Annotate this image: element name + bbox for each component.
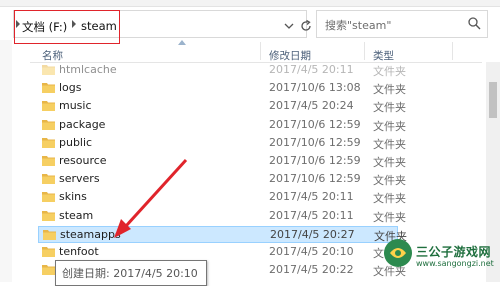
item-date: 2017/10/6 12:59 <box>269 135 361 149</box>
list-item[interactable]: logs 2017/10/6 13:08 文件夹 <box>30 80 482 97</box>
list-item[interactable]: package 2017/10/6 12:59 文件夹 <box>30 117 482 134</box>
item-name: htmlcache <box>59 63 117 76</box>
folder-icon <box>42 265 55 276</box>
item-type: 文件夹 <box>373 192 406 206</box>
item-name: music <box>59 99 92 113</box>
item-name: logs <box>59 81 82 95</box>
tooltip-created: 创建日期: 2017/4/5 20:10 <box>62 267 198 280</box>
folder-icon <box>42 192 55 203</box>
item-name: resource <box>59 154 107 167</box>
folder-icon <box>42 83 55 94</box>
folder-icon <box>42 210 55 221</box>
scrollbar-thumb[interactable] <box>489 82 497 118</box>
item-type: 文件夹 <box>373 101 406 115</box>
item-name: package <box>59 117 106 131</box>
item-date: 2017/10/6 12:59 <box>269 117 361 131</box>
watermark-url: www.sangongzi.net <box>416 259 494 268</box>
folder-icon <box>43 229 56 240</box>
folder-icon <box>42 101 55 112</box>
address-highlight <box>14 10 120 44</box>
ribbon-strip <box>0 0 500 7</box>
tooltip: 创建日期: 2017/4/5 20:10 <box>55 260 207 286</box>
item-type: 文件夹 <box>373 174 406 188</box>
item-type: 文件夹 <box>373 156 406 169</box>
navigation-pane[interactable] <box>0 40 12 282</box>
search-icon[interactable] <box>467 16 481 30</box>
column-header: 名称 修改日期 类型 <box>30 40 482 63</box>
watermark: 三公子游戏网 www.sangongzi.net <box>380 229 498 279</box>
list-item[interactable]: htmlcache 2017/4/5 20:11 文件夹 <box>30 62 482 79</box>
list-item[interactable]: steam 2017/4/5 20:11 文件夹 <box>30 208 482 225</box>
folder-icon <box>42 174 55 185</box>
refresh-icon[interactable] <box>298 18 314 34</box>
sort-up-icon <box>178 40 186 45</box>
watermark-title: 三公子游戏网 <box>416 245 492 259</box>
chevron-down-icon[interactable] <box>282 19 296 33</box>
item-date: 2017/10/6 12:59 <box>269 172 361 186</box>
item-type: 文件夹 <box>373 83 406 97</box>
item-date: 2017/4/5 20:11 <box>269 190 354 204</box>
folder-icon <box>42 119 55 130</box>
item-date: 2017/4/5 20:22 <box>269 263 354 277</box>
item-type: 文件夹 <box>373 210 406 224</box>
search-placeholder: 搜索"steam" <box>325 19 392 32</box>
column-type[interactable]: 类型 <box>373 48 394 63</box>
item-name: servers <box>59 172 100 186</box>
item-type: 文件夹 <box>373 65 406 78</box>
folder-icon <box>42 156 55 166</box>
search-input[interactable]: 搜索"steam" <box>316 10 488 38</box>
column-name[interactable]: 名称 <box>42 48 63 63</box>
item-name: tenfoot <box>59 245 99 258</box>
list-item[interactable]: resource 2017/10/6 12:59 文件夹 <box>30 153 482 170</box>
item-date: 2017/10/6 13:08 <box>269 81 361 95</box>
list-item[interactable]: servers 2017/10/6 12:59 文件夹 <box>30 171 482 188</box>
item-name: skins <box>59 190 87 204</box>
item-name: steam <box>59 208 94 222</box>
item-date: 2017/4/5 20:24 <box>269 99 354 113</box>
item-name: public <box>59 135 93 149</box>
item-type: 文件夹 <box>373 119 406 133</box>
folder-icon <box>42 65 55 75</box>
item-date: 2017/4/5 20:27 <box>270 227 355 241</box>
list-item[interactable]: music 2017/4/5 20:24 文件夹 <box>30 98 482 115</box>
item-date: 2017/4/5 20:11 <box>269 208 354 222</box>
item-date: 2017/4/5 20:11 <box>269 63 354 76</box>
folder-icon <box>42 247 55 257</box>
column-modified[interactable]: 修改日期 <box>269 48 311 63</box>
list-item[interactable]: public 2017/10/6 12:59 文件夹 <box>30 135 482 152</box>
list-item[interactable]: skins 2017/4/5 20:11 文件夹 <box>30 189 482 206</box>
list-item[interactable]: steamapps 2017/4/5 20:27 文件夹 <box>38 225 407 243</box>
item-date: 2017/4/5 20:10 <box>269 245 354 258</box>
item-type: 文件夹 <box>373 137 406 151</box>
watermark-logo-icon <box>384 239 412 267</box>
item-name: steamapps <box>60 227 121 241</box>
folder-icon <box>42 137 55 148</box>
address-row: 文档 (F:) steam 搜索"steam" <box>0 7 500 44</box>
item-date: 2017/10/6 12:59 <box>269 154 361 167</box>
